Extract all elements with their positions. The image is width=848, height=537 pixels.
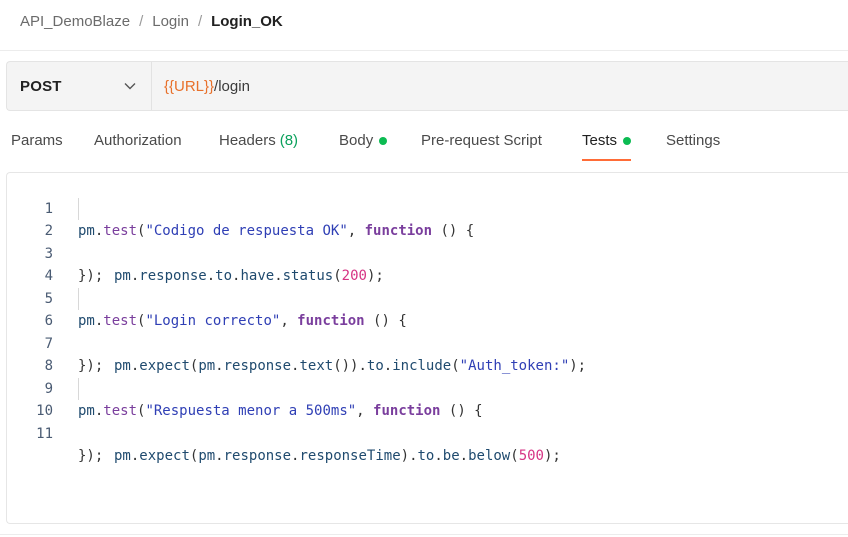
code-lines: 1 pm.test("Codigo de respuesta OK", func…	[7, 175, 848, 465]
indent-guide	[78, 377, 79, 400]
breadcrumb-collection[interactable]: API_DemoBlaze	[20, 13, 130, 30]
chevron-down-icon	[123, 79, 137, 93]
indent-guide	[78, 287, 79, 310]
breadcrumb: API_DemoBlaze / Login / Login_OK	[20, 11, 283, 31]
tab-headers[interactable]: Headers (8)	[219, 124, 298, 160]
code-line: 3 });	[7, 220, 848, 285]
tab-params-label: Params	[11, 132, 63, 149]
tab-settings[interactable]: Settings	[666, 124, 720, 160]
url-path: /login	[214, 77, 250, 95]
code-line: 4	[7, 243, 848, 284]
request-bar: POST {{URL}}/login	[6, 61, 848, 111]
headers-count: (8)	[279, 132, 299, 149]
code-line: 9 pm.test("Respuesta menor a 500ms", fun…	[7, 355, 848, 420]
line-number: 11	[36, 425, 53, 442]
url-variable: {{URL}}	[164, 77, 215, 95]
breadcrumb-separator: /	[139, 12, 144, 30]
green-dot-icon	[623, 137, 632, 145]
tab-body-label: Body	[339, 132, 374, 149]
tab-authorization-label: Authorization	[94, 132, 182, 149]
code-line: 11 });	[7, 400, 848, 465]
tab-prerequest-label: Pre-request Script	[421, 132, 542, 149]
breadcrumb-request[interactable]: Login_OK	[211, 13, 283, 30]
url-input[interactable]: {{URL}}/login	[152, 62, 848, 110]
line-text: });	[78, 448, 104, 464]
code-line: 10 pm.expect(pm.response.responseTime).t…	[7, 377, 848, 464]
tab-settings-label: Settings	[666, 132, 721, 149]
code-line: 7 });	[7, 310, 848, 375]
tests-code-editor[interactable]: 1 pm.test("Codigo de respuesta OK", func…	[6, 172, 848, 524]
tab-body[interactable]: Body	[339, 124, 388, 160]
method-select[interactable]: POST	[7, 62, 152, 110]
divider	[0, 50, 848, 51]
code-line: 8	[7, 333, 848, 374]
tab-tests[interactable]: Tests	[582, 124, 632, 161]
tab-authorization[interactable]: Authorization	[94, 124, 182, 160]
method-label: POST	[20, 77, 62, 95]
green-dot-icon	[379, 137, 388, 145]
code-line: 1 pm.test("Codigo de respuesta OK", func…	[7, 175, 848, 240]
breadcrumb-separator: /	[197, 12, 203, 30]
divider	[0, 534, 848, 535]
code-line: 5 pm.test("Login correcto", function () …	[7, 265, 848, 330]
tab-headers-label: Headers	[219, 132, 276, 149]
code-line: 6 pm.expect(pm.response.text()).to.inclu…	[7, 287, 848, 374]
tab-tests-label: Tests	[582, 132, 618, 149]
tab-params[interactable]: Params	[11, 124, 63, 160]
breadcrumb-folder[interactable]: Login	[152, 13, 189, 30]
indent-guide	[78, 197, 79, 220]
line-text: pm.expect(pm.response.responseTime).to.b…	[114, 448, 561, 464]
tab-prerequest-script[interactable]: Pre-request Script	[421, 124, 542, 160]
code-line: 2 pm.response.to.have.status(200);	[7, 197, 848, 284]
